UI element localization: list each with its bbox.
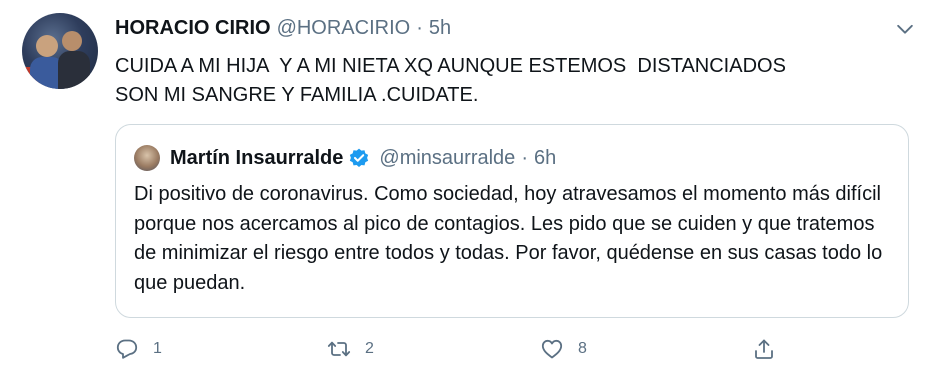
tweet-header: HORACIO CIRIO @HORACIRIO · 5h [115, 16, 451, 40]
author-handle[interactable]: @HORACIRIO [277, 17, 411, 40]
retweet-count: 2 [365, 340, 374, 357]
tweet-text: CUIDA A MI HIJA Y A MI NIETA XQ AUNQUE E… [115, 55, 786, 106]
reply-button[interactable]: 1 [115, 335, 162, 363]
separator-dot: · [416, 16, 423, 39]
avatar-detail [58, 51, 90, 89]
quoted-tweet-header: Martín Insaurralde @minsaurralde · 6h [170, 145, 556, 171]
tweet[interactable]: HORACIO CIRIO @HORACIRIO · 5h CUIDA A MI… [0, 0, 946, 378]
verified-badge-icon [350, 148, 369, 167]
quoted-tweet[interactable]: Martín Insaurralde @minsaurralde · 6h Di… [115, 124, 909, 318]
tweet-actions: 1 2 8 [115, 335, 815, 363]
avatar-detail [62, 31, 82, 51]
share-icon [755, 339, 773, 359]
share-button[interactable] [752, 335, 776, 363]
quoted-tweet-timestamp[interactable]: 6h [534, 147, 556, 170]
tweet-timestamp[interactable]: 5h [429, 17, 451, 40]
quoted-author-avatar[interactable] [134, 145, 160, 171]
quoted-author-name[interactable]: Martín Insaurralde [170, 147, 343, 170]
author-name[interactable]: HORACIO CIRIO [115, 17, 271, 40]
quoted-tweet-text: Di positivo de coronavirus. Como socieda… [134, 183, 883, 294]
like-count: 8 [578, 340, 587, 357]
like-button[interactable]: 8 [540, 335, 587, 363]
reply-icon [116, 339, 138, 359]
heart-icon [541, 339, 563, 359]
retweet-icon [327, 341, 351, 357]
avatar-detail [36, 35, 58, 57]
author-avatar[interactable] [22, 13, 98, 89]
separator-dot: · [521, 146, 528, 169]
quoted-author-handle[interactable]: @minsaurralde [379, 147, 515, 170]
retweet-button[interactable]: 2 [327, 335, 374, 363]
chevron-down-icon[interactable] [894, 18, 916, 40]
reply-count: 1 [153, 340, 162, 357]
